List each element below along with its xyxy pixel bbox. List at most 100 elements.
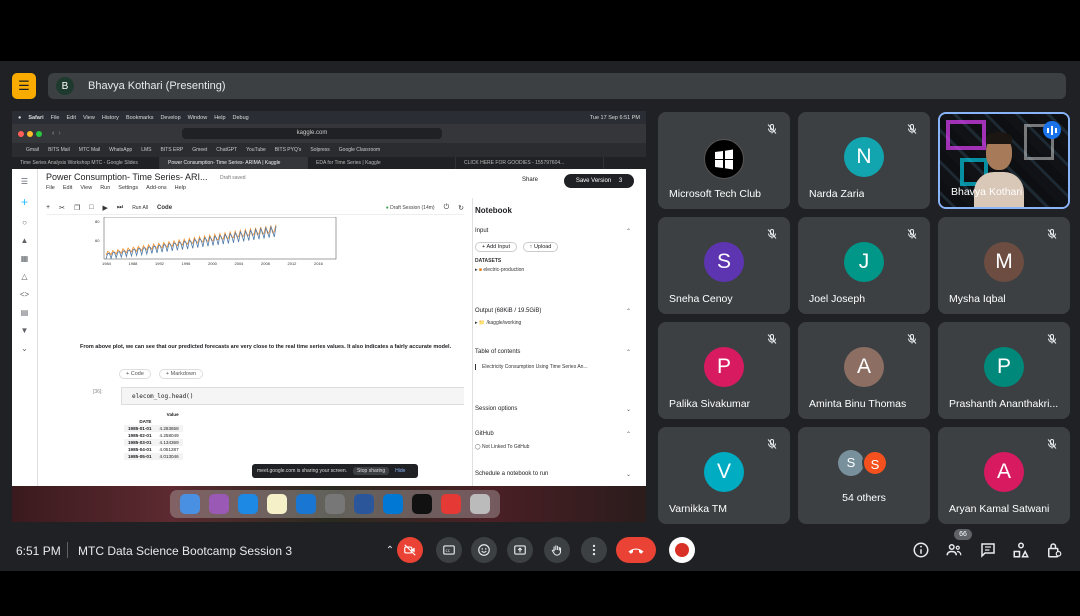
toggle-icon: ◯ xyxy=(475,444,481,450)
chrome-icon xyxy=(440,494,461,514)
chevron-up-icon: ⌃ xyxy=(625,229,631,235)
dataframe-output: Value DATE 1985-01-01 4.283658 1985-02-01… xyxy=(124,411,183,460)
toc-section: Table of contents ⌃ Electricity Consumpt… xyxy=(475,349,635,370)
mac-menu-5: Bookmarks xyxy=(125,114,154,121)
github-status: Not Linked To GitHub xyxy=(482,444,530,450)
run-all-label: Run All xyxy=(132,204,149,211)
bookmark-11: Google Classroom xyxy=(338,147,381,153)
captions-button[interactable]: cc xyxy=(436,537,462,563)
captions-icon: cc xyxy=(443,545,455,555)
chevron-up-icon: ⌃ xyxy=(625,309,631,315)
table-row: 1985-03-01 4.134369 xyxy=(124,439,183,446)
camera-off-button[interactable] xyxy=(397,537,423,563)
info-icon[interactable] xyxy=(912,541,930,559)
chevron-down-icon: ⌄ xyxy=(625,472,631,478)
add-cell-icon: + xyxy=(46,204,51,211)
toc-label: Table of contents xyxy=(475,349,521,355)
compass-icon: ○ xyxy=(22,218,27,227)
end-call-button[interactable] xyxy=(616,537,656,563)
mic-off-icon xyxy=(907,124,917,134)
output-label: Output (68KiB / 19.5GiB) xyxy=(475,308,542,314)
participant-tile[interactable]: P Prashanth Ananthakri... xyxy=(938,322,1070,419)
chevron-up-icon[interactable]: ⌃ xyxy=(383,537,397,563)
df-date: 1985-02-01 xyxy=(128,433,152,438)
browser-tab: Time Series Analysis Workshop MTC - Goog… xyxy=(12,157,160,169)
output-path-item: ▸ 📁 /kaggle/working xyxy=(475,320,522,326)
people-icon[interactable] xyxy=(945,541,963,559)
participant-tile[interactable]: Bhavya Kothari xyxy=(938,112,1070,209)
participant-avatar: V xyxy=(704,452,744,492)
raise-hand-icon xyxy=(551,545,562,556)
kaggle-sidebar: ☰ + ○ ▲ ▦ △ <> ▤ ▼ ⌄ xyxy=(12,169,38,486)
mac-menu-2: Edit xyxy=(66,114,76,121)
raise-hand-button[interactable] xyxy=(544,537,570,563)
browser-tab: CLICK HERE FOR GOODIES - 155797604... xyxy=(456,157,604,169)
df-value: 4.051287 xyxy=(159,447,179,452)
nb-menu-3: Run xyxy=(100,185,111,191)
present-button[interactable] xyxy=(507,537,533,563)
mic-off-icon xyxy=(1047,439,1057,449)
participant-tile[interactable]: A Aminta Binu Thomas xyxy=(798,322,930,419)
emoji-icon xyxy=(478,544,490,556)
participant-tile[interactable]: Microsoft Tech Club xyxy=(658,112,790,209)
participant-tile[interactable]: S Sneha Cenoy xyxy=(658,217,790,314)
present-icon xyxy=(514,545,526,555)
participant-avatar: A xyxy=(844,347,884,387)
mac-menu-3: View xyxy=(82,114,95,121)
mac-menu-7: Window xyxy=(187,114,208,121)
x-tick-labels: 1984 1988 1992 1996 2000 2004 2008 2012 2016 xyxy=(102,261,324,266)
record-button[interactable] xyxy=(669,537,695,563)
session-options-section: Session options ⌄ xyxy=(475,406,635,413)
github-section: GitHub ⌃ ◯ Not Linked To GitHub xyxy=(475,431,635,450)
participant-name: Aminta Binu Thomas xyxy=(809,398,907,410)
code-icon: <> xyxy=(19,290,30,299)
activities-icon[interactable] xyxy=(1012,541,1030,559)
mac-menu-1: File xyxy=(50,114,60,121)
df-value: 4.258049 xyxy=(159,433,179,438)
mac-dock-area xyxy=(12,486,646,522)
chat-icon[interactable] xyxy=(979,541,997,559)
panel-heading: Notebook xyxy=(475,206,512,215)
x-tick-label: 2000 xyxy=(208,261,218,266)
record-icon xyxy=(675,543,689,557)
browser-chrome: ‹ › kaggle.com Gmail BITS Mail MTC Mail … xyxy=(12,124,646,157)
participant-tile[interactable]: P Palika Sivakumar xyxy=(658,322,790,419)
mac-dock xyxy=(170,490,500,518)
code-cell: elecom_log.head() xyxy=(121,387,464,405)
more-options-button[interactable] xyxy=(581,537,607,563)
plot-frame xyxy=(103,217,337,260)
participant-tile[interactable]: V Varnikka TM xyxy=(658,427,790,524)
screen-root: ☰ B Bhavya Kothari (Presenting) ● Safari… xyxy=(0,0,1080,616)
presenter-bar: B Bhavya Kothari (Presenting) xyxy=(48,73,1066,99)
trophy-icon: ▲ xyxy=(20,236,29,245)
participant-tile[interactable]: N Narda Zaria xyxy=(798,112,930,209)
df-col-header: Value xyxy=(166,412,179,417)
df-empty-header xyxy=(156,418,183,425)
shared-screen: ● Safari File Edit View History Bookmark… xyxy=(12,111,646,522)
notebook-cells: 1984 1988 1992 1996 2000 2004 2008 2012 2016 80 … xyxy=(46,217,464,485)
paste-icon: □ xyxy=(89,204,94,211)
bookmark-5: BITS ERP xyxy=(160,147,184,153)
participant-tile[interactable]: S S 54 others xyxy=(798,427,930,524)
speaking-indicator-icon xyxy=(1043,121,1061,139)
upload-label: Upload xyxy=(533,244,552,250)
host-controls-icon[interactable] xyxy=(1045,541,1063,559)
club-logo-icon xyxy=(704,139,744,179)
x-tick-label: 1996 xyxy=(182,261,192,266)
bookmark-10: Solpress xyxy=(310,147,330,153)
chevron-down-icon: ⌄ xyxy=(625,407,631,413)
participant-tile[interactable]: J Joel Joseph xyxy=(798,217,930,314)
execution-count: [36]: xyxy=(93,389,103,395)
y-tick-label: 80 xyxy=(95,219,100,224)
forward-icon: › xyxy=(58,130,61,137)
participant-tile[interactable]: M Mysha Iqbal xyxy=(938,217,1070,314)
meeting-title: MTC Data Science Bootcamp Session 3 xyxy=(78,544,293,558)
df-date: 1985-04-01 xyxy=(128,447,152,452)
power-icon: ⏻ xyxy=(443,203,450,211)
mic-off-icon xyxy=(767,439,777,449)
emoji-button[interactable] xyxy=(471,537,497,563)
create-icon: + xyxy=(20,195,28,209)
run-icon: ▶ xyxy=(102,204,108,212)
participant-tile[interactable]: A Aryan Kamal Satwani xyxy=(938,427,1070,524)
bookmark-1: BITS Mail xyxy=(48,147,70,153)
